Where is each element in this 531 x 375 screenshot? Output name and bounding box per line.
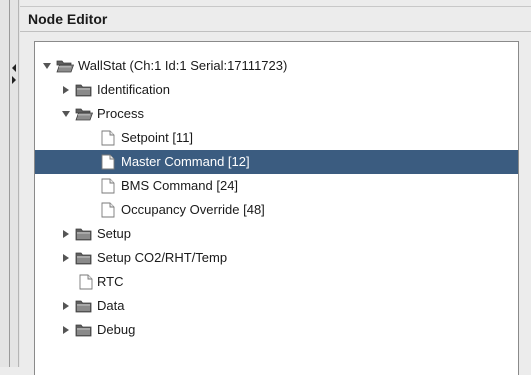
file-icon	[99, 202, 117, 218]
file-icon	[99, 130, 117, 146]
tree-node-label: Occupancy Override [48]	[121, 202, 265, 217]
tree-node-label: RTC	[97, 274, 124, 289]
file-icon	[99, 154, 117, 170]
chevron-down-icon[interactable]	[42, 61, 52, 71]
tree-node-label: Master Command [12]	[121, 154, 250, 169]
tree-node-bms-command[interactable]: BMS Command [24]	[35, 174, 518, 198]
tree-node-label: Debug	[97, 322, 136, 337]
chevron-right-icon[interactable]	[61, 85, 71, 95]
splitter-arrows-icon[interactable]	[10, 62, 18, 86]
tree-node-label: Setup CO2/RHT/Temp	[97, 250, 228, 265]
left-splitter[interactable]	[0, 0, 20, 367]
chevron-down-icon[interactable]	[61, 109, 71, 119]
tree-node-rtc[interactable]: RTC	[35, 270, 518, 294]
tree-node-label: WallStat (Ch:1 Id:1 Serial:17111723)	[78, 58, 288, 73]
folder-open-icon	[56, 58, 74, 74]
tree-node-label: Identification	[97, 82, 170, 97]
folder-icon	[75, 226, 93, 242]
tree-node-label: BMS Command [24]	[121, 178, 239, 193]
panel-title: Node Editor	[28, 11, 108, 27]
tree-node-setup-co2[interactable]: Setup CO2/RHT/Temp	[35, 246, 518, 270]
splitter-edge	[9, 0, 10, 367]
tree-node-data[interactable]: Data	[35, 294, 518, 318]
folder-icon	[75, 298, 93, 314]
tree-node-label: Setup	[97, 226, 131, 241]
node-editor-panel: Node Editor WallStat (Ch:1 Id:1 Serial:1…	[20, 6, 531, 375]
node-tree[interactable]: WallStat (Ch:1 Id:1 Serial:17111723) Ide…	[34, 41, 519, 375]
file-icon	[99, 178, 117, 194]
folder-icon	[75, 82, 93, 98]
divider	[20, 31, 531, 32]
file-icon	[77, 274, 95, 290]
tree-node-process[interactable]: Process	[35, 102, 518, 126]
tree-node-identification[interactable]: Identification	[35, 78, 518, 102]
tree-node-setpoint[interactable]: Setpoint [11]	[35, 126, 518, 150]
tree-node-debug[interactable]: Debug	[35, 318, 518, 342]
folder-open-icon	[75, 106, 93, 122]
tree-node-label: Process	[97, 106, 144, 121]
chevron-right-icon[interactable]	[61, 253, 71, 263]
folder-icon	[75, 322, 93, 338]
tree-node-setup[interactable]: Setup	[35, 222, 518, 246]
chevron-right-icon[interactable]	[61, 229, 71, 239]
chevron-right-icon[interactable]	[61, 301, 71, 311]
splitter-edge	[18, 0, 19, 367]
tree-node-master-command[interactable]: Master Command [12]	[35, 150, 518, 174]
tree-node-label: Setpoint [11]	[121, 130, 194, 145]
chevron-right-icon[interactable]	[61, 325, 71, 335]
tree-node-occupancy-override[interactable]: Occupancy Override [48]	[35, 198, 518, 222]
tree-node-label: Data	[97, 298, 125, 313]
tree-node-root[interactable]: WallStat (Ch:1 Id:1 Serial:17111723)	[35, 54, 518, 78]
folder-icon	[75, 250, 93, 266]
